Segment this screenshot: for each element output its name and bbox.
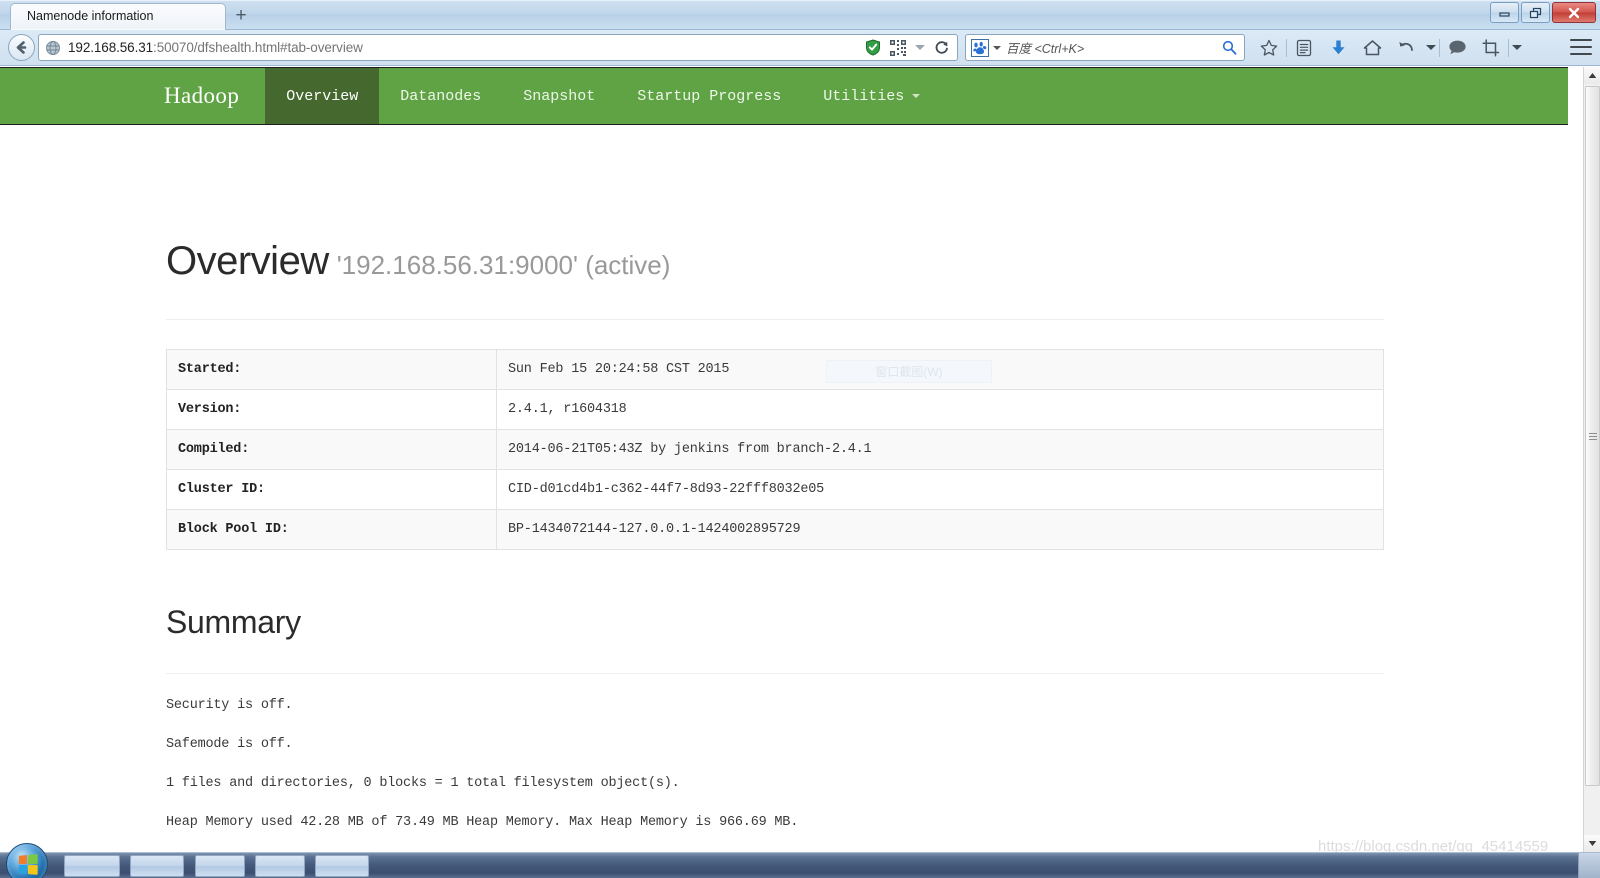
start-button[interactable] [6, 843, 48, 878]
page-content: 窗口截图(W) Overview '192.168.56.31:9000' (ac… [0, 241, 1568, 852]
vertical-scrollbar[interactable] [1583, 67, 1600, 852]
browser-toolbar: 192.168.56.31:50070/dfshealth.html#tab-o… [0, 30, 1600, 66]
ghost-context-menu-item: 窗口截图(W) [826, 360, 992, 383]
namenode-info-table: Started: Sun Feb 15 20:24:58 CST 2015 Ve… [166, 349, 1384, 550]
globe-icon [46, 40, 60, 55]
bookmark-star-icon[interactable] [1252, 34, 1286, 61]
qrcode-caret-icon[interactable] [915, 45, 925, 50]
address-bar[interactable]: 192.168.56.31:50070/dfshealth.html#tab-o… [38, 34, 958, 61]
summary-line: Safemode is off. [166, 737, 293, 752]
browser-tab[interactable]: Namenode information [10, 3, 226, 30]
hadoop-navbar: Hadoop Overview Datanodes Snapshot Start… [0, 67, 1568, 125]
summary-divider [166, 673, 1384, 674]
new-tab-button[interactable]: + [230, 6, 252, 28]
nav-item-datanodes[interactable]: Datanodes [379, 68, 502, 124]
search-icon[interactable] [1222, 40, 1237, 55]
table-row: Version: 2.4.1, r1604318 [166, 389, 1384, 430]
minimize-button[interactable] [1490, 2, 1519, 23]
taskbar-item[interactable] [255, 855, 305, 877]
table-row: Block Pool ID: BP-1434072144-127.0.0.1-1… [166, 509, 1384, 550]
back-button[interactable] [8, 34, 35, 61]
table-row: Compiled: 2014-06-21T05:43Z by jenkins f… [166, 429, 1384, 470]
address-bar-icons [865, 39, 957, 56]
window-controls [1490, 2, 1596, 23]
page-title: Overview '192.168.56.31:9000' (active) [166, 241, 1568, 281]
info-value: BP-1434072144-127.0.0.1-1424002895729 [496, 509, 1384, 550]
reload-icon[interactable] [934, 40, 949, 55]
nav-item-label: Datanodes [400, 87, 482, 105]
undo-icon[interactable] [1389, 34, 1423, 61]
taskbar-show-desktop-button[interactable] [1578, 853, 1600, 878]
summary-line: 1 files and directories, 0 blocks = 1 to… [166, 776, 680, 791]
taskbar-item[interactable] [315, 855, 369, 877]
summary-heading: Summary [166, 604, 301, 640]
undo-dropdown-caret-icon[interactable] [1423, 34, 1439, 61]
info-key: Block Pool ID: [166, 509, 497, 550]
nav-item-label: Snapshot [523, 87, 596, 105]
search-bar[interactable]: 百度 <Ctrl+K> [965, 34, 1245, 61]
info-key: Started: [166, 349, 497, 390]
info-key: Version: [166, 389, 497, 430]
close-button[interactable] [1552, 2, 1596, 23]
info-value: 2.4.1, r1604318 [496, 389, 1384, 430]
taskbar-item[interactable] [130, 855, 184, 877]
reading-list-icon[interactable] [1287, 34, 1321, 61]
table-row: Started: Sun Feb 15 20:24:58 CST 2015 [166, 349, 1384, 390]
title-bar: Namenode information + [0, 0, 1600, 30]
browser-window: Namenode information + 192.168.56.31:500… [0, 0, 1600, 878]
chevron-down-icon [912, 94, 921, 98]
restore-button[interactable] [1521, 2, 1550, 23]
nav-item-startup-progress[interactable]: Startup Progress [616, 68, 802, 124]
back-arrow-icon [16, 41, 27, 54]
screenshot-crop-icon[interactable] [1474, 34, 1508, 61]
nav-item-label: Utilities [823, 87, 905, 105]
qrcode-icon[interactable] [890, 39, 906, 56]
page-title-text: Overview [166, 239, 329, 283]
windows-taskbar [0, 843, 1600, 878]
hamburger-menu-icon[interactable] [1570, 37, 1592, 57]
baidu-engine-icon[interactable] [971, 38, 989, 57]
scrollbar-thumb[interactable] [1585, 86, 1600, 786]
page-viewport: Hadoop Overview Datanodes Snapshot Start… [0, 67, 1568, 852]
taskbar-item[interactable] [64, 855, 120, 877]
taskbar-item[interactable] [195, 855, 245, 877]
scroll-up-arrow-icon[interactable] [1584, 67, 1600, 84]
info-value: 2014-06-21T05:43Z by jenkins from branch… [496, 429, 1384, 470]
windows-logo-icon [18, 854, 38, 875]
table-row: Cluster ID: CID-d01cd4b1-c362-44f7-8d93-… [166, 469, 1384, 510]
address-bar-url: 192.168.56.31:50070/dfshealth.html#tab-o… [68, 40, 363, 55]
search-input-placeholder: 百度 <Ctrl+K> [1006, 42, 1085, 56]
browser-tab-title: Namenode information [27, 9, 154, 23]
info-value: CID-d01cd4b1-c362-44f7-8d93-22fff8032e05 [496, 469, 1384, 510]
comment-icon[interactable] [1440, 34, 1474, 61]
title-divider [166, 319, 1384, 320]
screenshot-dropdown-caret-icon[interactable] [1509, 34, 1525, 61]
summary-line: Security is off. [166, 698, 293, 713]
search-engine-caret-icon[interactable] [993, 45, 1001, 50]
download-icon[interactable] [1321, 34, 1355, 61]
nav-item-label: Overview [286, 87, 359, 105]
home-icon[interactable] [1355, 34, 1389, 61]
page-title-subtitle: '192.168.56.31:9000' (active) [336, 250, 671, 280]
shield-icon[interactable] [865, 39, 881, 56]
nav-item-utilities[interactable]: Utilities [802, 68, 941, 124]
nav-item-overview[interactable]: Overview [265, 68, 380, 124]
scroll-down-arrow-icon[interactable] [1584, 835, 1600, 852]
scrollbar-grip-icon [1588, 431, 1597, 442]
info-key: Compiled: [166, 429, 497, 470]
nav-item-snapshot[interactable]: Snapshot [502, 68, 616, 124]
hadoop-brand[interactable]: Hadoop [140, 68, 265, 124]
browser-tool-icons [1252, 34, 1525, 61]
summary-line: Heap Memory used 42.28 MB of 73.49 MB He… [166, 815, 799, 830]
nav-item-label: Startup Progress [637, 87, 782, 105]
info-key: Cluster ID: [166, 469, 497, 510]
